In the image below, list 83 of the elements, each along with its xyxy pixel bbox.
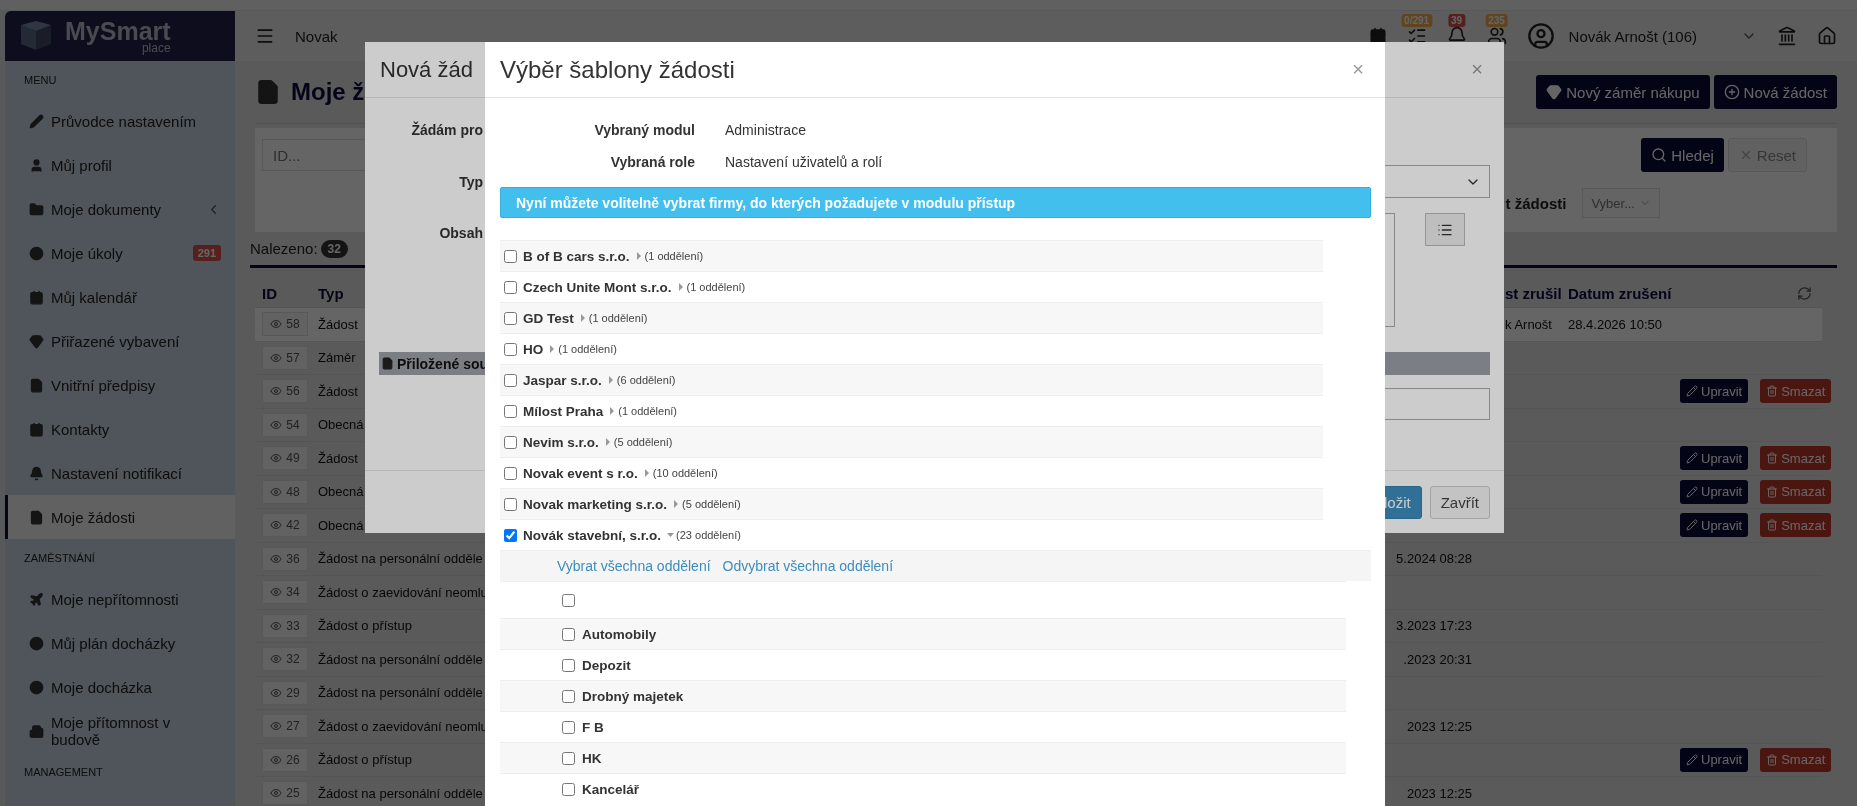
sidebar-item-label: Moje dokumenty [51,200,163,218]
sidebar-section-title: ZAMĚSTNÁNÍ [23,551,96,566]
field-label: Typ [458,173,483,190]
info-banner: Nyní můžete volitelně vybrat firmy, do kterých požadujete v modulu přístup [500,187,1371,218]
company-name: B of B cars s.r.o. [523,248,630,264]
table-cell: Žádost na personální odděle [318,651,483,667]
table-cell: 3.2023 17:23 [1396,618,1472,634]
table-cell: Žádost o přístup [318,752,412,768]
sidebar-item-label: Nastavení notifikací [51,464,183,482]
department-name: HK [582,750,602,766]
table-cell: 2023 12:25 [1406,785,1472,801]
sidebar-item-label: Moje nepřítomnosti [51,590,180,608]
field-label: Žádám pro [410,122,483,138]
sidebar-item-label: Můj profil [51,156,113,174]
sidebar-item-label: Moje úkoly [51,244,124,262]
table-cell: Žádost na personální odděle [318,785,483,801]
department-count: (6 oddělení) [616,374,676,386]
sidebar-item-label: Moje žádosti [51,508,137,526]
table-cell: 28.4.2026 10:50 [1568,316,1662,332]
department-count: (5 oddělení) [613,436,673,448]
sidebar-section-title: MENU [23,73,58,88]
department-count: (1 oddělení) [618,405,677,417]
table-cell: Obecná [318,484,364,500]
department-name: F B [582,719,604,735]
filter-label: t žádosti [1505,194,1567,212]
company-name: Jaspar s.r.o. [523,372,602,388]
table-cell: Obecná [318,417,364,433]
table-cell: Žádost na personální odděle [318,685,483,701]
department-name: Depozit [582,657,631,673]
field-label: Vybraný modul [593,122,695,138]
field-value: Administrace [725,122,807,138]
found-label: Nalezeno: [250,240,318,257]
table-cell: Obecná [318,517,364,533]
department-count: (23 oddělení) [676,529,741,541]
company-name: Mílost Praha [523,403,604,419]
sidebar-item-label: Kontakty [51,420,111,438]
logo-subtitle: place [141,41,171,54]
sidebar-item-label: Průvodce nastavením [51,112,198,130]
department-count: (1 oddělení) [644,250,704,262]
table-cell: Žádost [318,450,358,466]
sidebar-section-title: MANAGEMENT [23,765,104,780]
field-label: Vybraná role [609,154,695,170]
department-count: (1 oddělení) [588,312,648,324]
dialog-title: Nová žád [380,56,473,83]
table-cell: k Arnošt [1505,316,1552,332]
table-cell: .2023 20:31 [1403,651,1472,667]
table-cell: Žádost o přístup [318,618,412,634]
sidebar-item-label: Můj plán docházky [51,634,177,652]
count-badge: 39 [1448,14,1466,27]
department-name: Automobily [582,626,657,642]
count-badge: 291 [192,245,221,261]
sidebar-item-label: Vnitřní předpisy [51,376,157,394]
table-cell: Záměr [318,350,356,366]
department-count: (5 oddělení) [682,498,741,510]
logo-title: MySmart [65,18,171,44]
sidebar-item-label: Můj kalendář [51,288,138,306]
count-badge: 0/291 [1401,14,1433,27]
company-name: HO [523,341,544,357]
page-title: Moje ž [291,78,365,106]
company-name: Novak marketing s.r.o. [523,496,668,512]
company-name: Novák stavební, s.r.o. [523,527,662,543]
company-name: Czech Unite Mont s.r.o. [523,279,672,295]
sidebar-item-label: Moje docházka [51,678,153,696]
table-cell: Žádost [318,316,358,332]
table-cell: 2023 12:25 [1406,718,1472,734]
department-name: Drobný majetek [582,688,684,704]
department-name: Kancelář [582,781,640,797]
table-cell: 5.2024 08:28 [1396,551,1472,567]
table-cell: Žádost [318,383,358,399]
field-label: Obsah [438,224,483,241]
company-name: Novak event s r.o. [523,465,638,481]
table-cell: Žádost na personální odděle [318,551,483,567]
company-name: GD Test [523,310,574,326]
department-count: (1 oddělení) [558,343,617,355]
department-count: (10 oddělení) [652,467,718,479]
count-badge: 32 [320,239,348,258]
field-value: Nastavení uživatelů a rolí [725,154,884,170]
count-badge: 235 [1485,14,1508,27]
sidebar-item-label: Moje přítomnost v budově [51,714,172,748]
department-count: (1 oddělení) [686,281,746,293]
dialog-title: Výběr šablony žádosti [500,55,735,84]
company-name: Nevim s.r.o. [523,434,599,450]
sidebar-item-label: Přiřazené vybavení [51,332,181,350]
